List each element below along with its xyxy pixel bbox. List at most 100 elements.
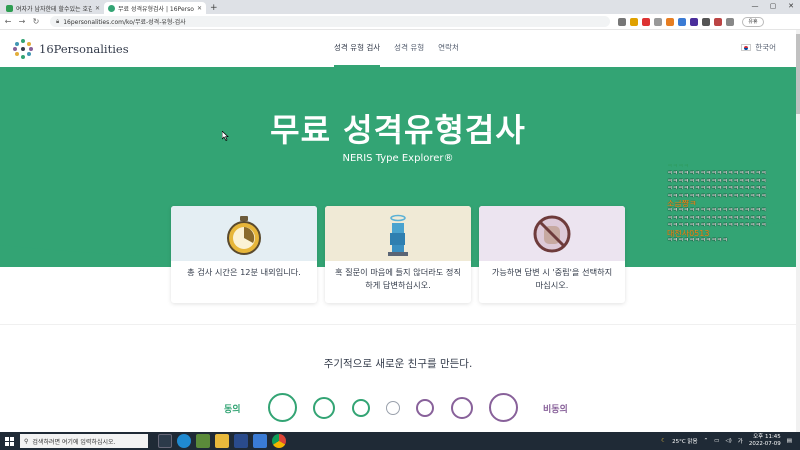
lock-icon: 🔒︎ bbox=[56, 17, 60, 25]
puzzle-icon[interactable] bbox=[726, 17, 734, 26]
volume-icon[interactable]: ◁) bbox=[725, 438, 731, 444]
nav-contact[interactable]: 연락처 bbox=[438, 30, 459, 67]
window-controls: — ▢ ✕ bbox=[746, 0, 800, 14]
back-arrow-icon[interactable]: ← bbox=[2, 17, 14, 26]
chrome-icon[interactable] bbox=[272, 434, 286, 448]
nav-personality-types[interactable]: 성격 유형 bbox=[394, 30, 424, 67]
minimize-button[interactable]: — bbox=[746, 0, 764, 14]
info-card: 혹 질문이 마음에 들지 않더라도 정직하게 답변하십시오. bbox=[325, 206, 471, 303]
chat-line: ㅋㅋㅋㅋㅋㅋㅋㅋㅋㅋㅋㅋㅋㅋㅋㅋㅋㅋ bbox=[667, 222, 767, 230]
extension-icon[interactable] bbox=[690, 17, 698, 26]
main-nav: 성격 유형 검사 성격 유형 연락처 bbox=[334, 30, 459, 67]
ime-icon[interactable]: 가 bbox=[738, 437, 743, 445]
chat-username: 대천사0513 bbox=[667, 229, 710, 238]
extension-icon[interactable] bbox=[714, 17, 722, 26]
vegas-icon[interactable] bbox=[234, 434, 248, 448]
taskbar-search-box[interactable]: ⚲ 검색하려면 여기에 입력하십시오. bbox=[20, 434, 148, 448]
chat-username: 소금쨩ㅋ bbox=[667, 200, 697, 208]
edge-icon[interactable] bbox=[177, 434, 191, 448]
search-icon: ⚲ bbox=[24, 437, 29, 445]
logo-text: 16Personalities bbox=[39, 41, 129, 56]
answer-option-disagree[interactable] bbox=[451, 397, 473, 419]
site-header: 16Personalities 성격 유형 검사 성격 유형 연락처 한국어 bbox=[0, 30, 796, 67]
notification-icon[interactable]: ▤ bbox=[787, 438, 792, 444]
answer-option-neutral[interactable] bbox=[386, 401, 400, 415]
honest-statue-icon bbox=[388, 214, 408, 256]
windows-logo-icon bbox=[4, 436, 14, 446]
stopwatch-icon bbox=[227, 216, 261, 255]
answer-option-agree[interactable] bbox=[313, 397, 335, 419]
search-placeholder: 검색하려면 여기에 입력하십시오. bbox=[32, 438, 116, 446]
extension-icon[interactable] bbox=[618, 17, 626, 26]
no-neutral-icon bbox=[533, 215, 571, 253]
address-bar[interactable]: 🔒︎ 16personalities.com/ko/무료-성격-유형-검사 bbox=[50, 16, 610, 27]
answer-scale: 동의 비동의 bbox=[0, 390, 796, 426]
section-divider bbox=[0, 324, 796, 325]
disagree-label: 비동의 bbox=[543, 405, 568, 415]
close-tab-icon[interactable]: ✕ bbox=[197, 5, 202, 12]
logo-icon bbox=[13, 38, 33, 59]
time-text: 오후 11:45 bbox=[753, 434, 781, 440]
card-text: 가능하면 답변 시 '중립'을 선택하지 마십시오. bbox=[491, 267, 613, 290]
browser-tab-strip: 여자가 남자한테 할수있는 호감 ✕ 무료 성격유형검사 | 16Persona… bbox=[0, 0, 800, 14]
weather-text[interactable]: 25°C 맑음 bbox=[672, 437, 697, 445]
browser-tab[interactable]: 여자가 남자한테 할수있는 호감 ✕ bbox=[2, 2, 104, 14]
close-tab-icon[interactable]: ✕ bbox=[95, 5, 100, 12]
site-logo[interactable]: 16Personalities bbox=[12, 38, 129, 60]
extension-icon[interactable] bbox=[678, 17, 686, 26]
extension-icon[interactable] bbox=[630, 17, 638, 26]
card-text: 혹 질문이 마음에 들지 않더라도 정직하게 답변하십시오. bbox=[334, 267, 461, 290]
network-icon[interactable]: ▭ bbox=[714, 438, 719, 444]
scrollbar-thumb[interactable] bbox=[796, 34, 800, 114]
system-tray: ☾ 25°C 맑음 ⌃ ▭ ◁) 가 오후 11:45 2022-07-09 ▤ bbox=[661, 432, 792, 450]
card-text: 총 검사 시간은 12분 내외입니다. bbox=[187, 267, 301, 277]
page-scrollbar[interactable] bbox=[796, 30, 800, 432]
browser-tab-active[interactable]: 무료 성격유형검사 | 16Personali ✕ bbox=[104, 2, 206, 14]
url-text: 16personalities.com/ko/무료-성격-유형-검사 bbox=[63, 19, 186, 26]
answer-option-strongly-agree[interactable] bbox=[268, 393, 297, 422]
chat-line: ㅋㅋㅋㅋㅋㅋㅋㅋㅋㅋㅋㅋㅋㅋㅋㅋㅋㅋ bbox=[667, 214, 767, 222]
korea-flag-icon bbox=[741, 44, 752, 51]
info-card: 총 검사 시간은 12분 내외입니다. bbox=[171, 206, 317, 303]
chat-line: ㅋㅋㅋㅋ bbox=[667, 163, 690, 170]
extension-icon[interactable] bbox=[654, 17, 662, 26]
extension-icon[interactable] bbox=[642, 17, 650, 26]
tray-arrow-icon[interactable]: ⌃ bbox=[704, 438, 709, 444]
nav-personality-test[interactable]: 성격 유형 검사 bbox=[334, 30, 381, 67]
tab-title: 무료 성격유형검사 | 16Personali bbox=[118, 5, 194, 13]
windows-start-button[interactable] bbox=[0, 432, 18, 450]
file-explorer-icon[interactable] bbox=[215, 434, 229, 448]
taskbar-apps bbox=[158, 434, 286, 448]
profile-button[interactable]: 유휴 bbox=[742, 16, 764, 27]
chat-line: ㅋㅋㅋㅋㅋㅋㅋㅋㅋㅋㅋ bbox=[667, 237, 728, 245]
forward-arrow-icon[interactable]: → bbox=[16, 17, 28, 26]
chat-line: ㅋㅋㅋㅋㅋㅋㅋㅋㅋㅋㅋㅋㅋㅋㅋㅋㅋㅋ bbox=[667, 185, 767, 193]
page-title: 무료 성격유형검사 bbox=[270, 111, 526, 149]
agree-label: 동의 bbox=[224, 405, 241, 415]
answer-option-slightly-agree[interactable] bbox=[352, 399, 370, 417]
extension-icon[interactable] bbox=[666, 17, 674, 26]
extension-icon[interactable] bbox=[702, 17, 710, 26]
language-label: 한국어 bbox=[755, 43, 776, 52]
question-text: 주기적으로 새로운 친구를 만든다. bbox=[323, 358, 473, 370]
language-selector[interactable]: 한국어 bbox=[741, 42, 776, 53]
app-icon[interactable] bbox=[253, 434, 267, 448]
minecraft-icon[interactable] bbox=[196, 434, 210, 448]
chat-line: ㅋㅋㅋㅋㅋㅋㅋㅋㅋㅋㅋㅋㅋㅋㅋㅋㅋㅋ bbox=[667, 170, 767, 178]
mouse-cursor-icon bbox=[222, 131, 229, 141]
windows-taskbar: ⚲ 검색하려면 여기에 입력하십시오. ☾ 25°C 맑음 ⌃ ▭ ◁) 가 오… bbox=[0, 432, 800, 450]
answer-option-strongly-disagree[interactable] bbox=[489, 393, 518, 422]
answer-option-slightly-disagree[interactable] bbox=[416, 399, 434, 417]
reload-icon[interactable]: ↻ bbox=[30, 17, 42, 26]
16p-favicon-icon bbox=[108, 4, 115, 12]
task-view-icon[interactable] bbox=[158, 434, 172, 448]
taskbar-clock[interactable]: 오후 11:45 2022-07-09 bbox=[749, 434, 781, 448]
chat-overlay: ㅋㅋㅋㅋ ㅋㅋㅋㅋㅋㅋㅋㅋㅋㅋㅋㅋㅋㅋㅋㅋㅋㅋ ㅋㅋㅋㅋㅋㅋㅋㅋㅋㅋㅋㅋㅋㅋㅋㅋ… bbox=[667, 163, 792, 244]
new-tab-button[interactable]: + bbox=[210, 2, 218, 14]
moon-icon: ☾ bbox=[661, 438, 667, 444]
date-text: 2022-07-09 bbox=[748, 441, 781, 447]
chat-line: ㅋㅋㅋㅋㅋㅋㅋㅋㅋㅋㅋㅋㅋㅋㅋㅋㅋㅋ bbox=[667, 207, 767, 215]
maximize-button[interactable]: ▢ bbox=[764, 0, 782, 14]
browser-toolbar: ← → ↻ 🔒︎ 16personalities.com/ko/무료-성격-유형… bbox=[0, 14, 800, 30]
close-window-button[interactable]: ✕ bbox=[782, 0, 800, 14]
